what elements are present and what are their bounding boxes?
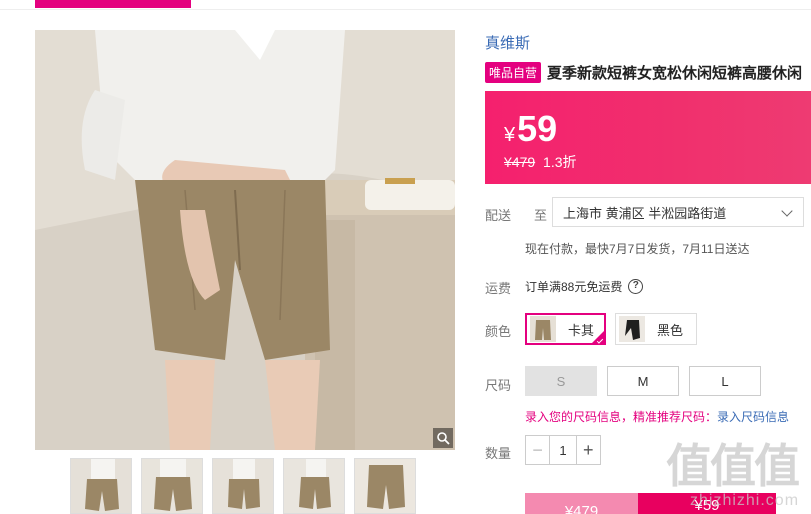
site-watermark: 值值值 zhizhizhi.com — [666, 430, 800, 510]
brand-link[interactable]: 真维斯 — [485, 32, 530, 53]
current-price-value: 59 — [517, 108, 558, 149]
thumbnail-3[interactable] — [212, 458, 274, 514]
color-option-label: 黑色 — [657, 322, 684, 338]
product-title-row: 唯品自营 夏季新款短裤女宽松休闲短裤高腰休闲 — [485, 60, 811, 84]
thumbnail-2[interactable] — [141, 458, 203, 514]
delivery-note: 现在付款，最快7月7日发货，7月11日送达 — [525, 242, 750, 256]
size-entry-link[interactable]: 录入尺码信息 — [717, 410, 789, 424]
size-hint: 录入您的尺码信息，精准推荐尺码：录入尺码信息 — [525, 408, 789, 425]
delivery-to-label: 至 — [534, 208, 548, 223]
original-price: ¥479 — [504, 154, 536, 170]
color-label: 颜色 — [485, 324, 512, 339]
current-price: ¥ 59 — [504, 108, 557, 150]
help-icon[interactable]: ? — [628, 279, 644, 294]
thumbnail-5[interactable] — [354, 458, 416, 514]
freight-text: 订单满88元免运费 — [525, 280, 623, 294]
color-option-khaki[interactable]: 卡其 — [525, 313, 606, 345]
chevron-down-icon — [781, 205, 793, 217]
original-price-row: ¥479 1.3折 — [504, 152, 577, 172]
size-option-l[interactable]: L — [689, 366, 761, 396]
size-label: 尺码 — [485, 378, 512, 393]
thumbnail-1[interactable] — [70, 458, 132, 514]
size-hint-text: 录入您的尺码信息，精准推荐尺码： — [525, 410, 718, 424]
size-option-s[interactable]: S — [525, 366, 597, 396]
color-swatch-black — [619, 316, 645, 342]
discount-label: 1.3折 — [543, 154, 577, 170]
currency-symbol: ¥ — [504, 124, 516, 146]
size-option-m[interactable]: M — [607, 366, 679, 396]
watermark-text: zhizhizhi.com — [690, 492, 800, 509]
quantity-stepper: − 1 + — [525, 435, 601, 465]
thumbnail-4[interactable] — [283, 458, 345, 514]
quantity-input[interactable]: 1 — [549, 436, 577, 464]
vip-self-operated-badge: 唯品自营 — [485, 61, 542, 83]
freight-label: 运费 — [485, 281, 512, 296]
color-swatch-khaki — [530, 316, 556, 342]
main-product-image[interactable] — [35, 30, 455, 450]
address-select[interactable]: 上海市 黄浦区 半淞园路街道 — [552, 197, 804, 227]
price-box: ¥ 59 ¥479 1.3折 — [485, 91, 811, 184]
zoom-icon[interactable] — [433, 428, 453, 448]
address-value: 上海市 黄浦区 半淞园路街道 — [563, 205, 727, 221]
freight-info: 订单满88元免运费 ? — [525, 278, 644, 295]
quantity-increase-button[interactable]: + — [577, 436, 600, 464]
quantity-label: 数量 — [485, 446, 512, 461]
product-title: 夏季新款短裤女宽松休闲短裤高腰休闲 — [547, 64, 803, 82]
watermark-logo: 值值值 — [666, 439, 800, 493]
original-price-buy-button[interactable]: ¥479 — [525, 493, 638, 514]
delivery-label: 配送 — [485, 208, 512, 223]
top-nav-active-tab[interactable] — [35, 0, 191, 8]
color-option-black[interactable]: 黑色 — [615, 313, 697, 345]
product-photo — [35, 30, 455, 450]
quantity-decrease-button[interactable]: − — [526, 436, 549, 464]
thumbnail-strip — [70, 458, 416, 514]
